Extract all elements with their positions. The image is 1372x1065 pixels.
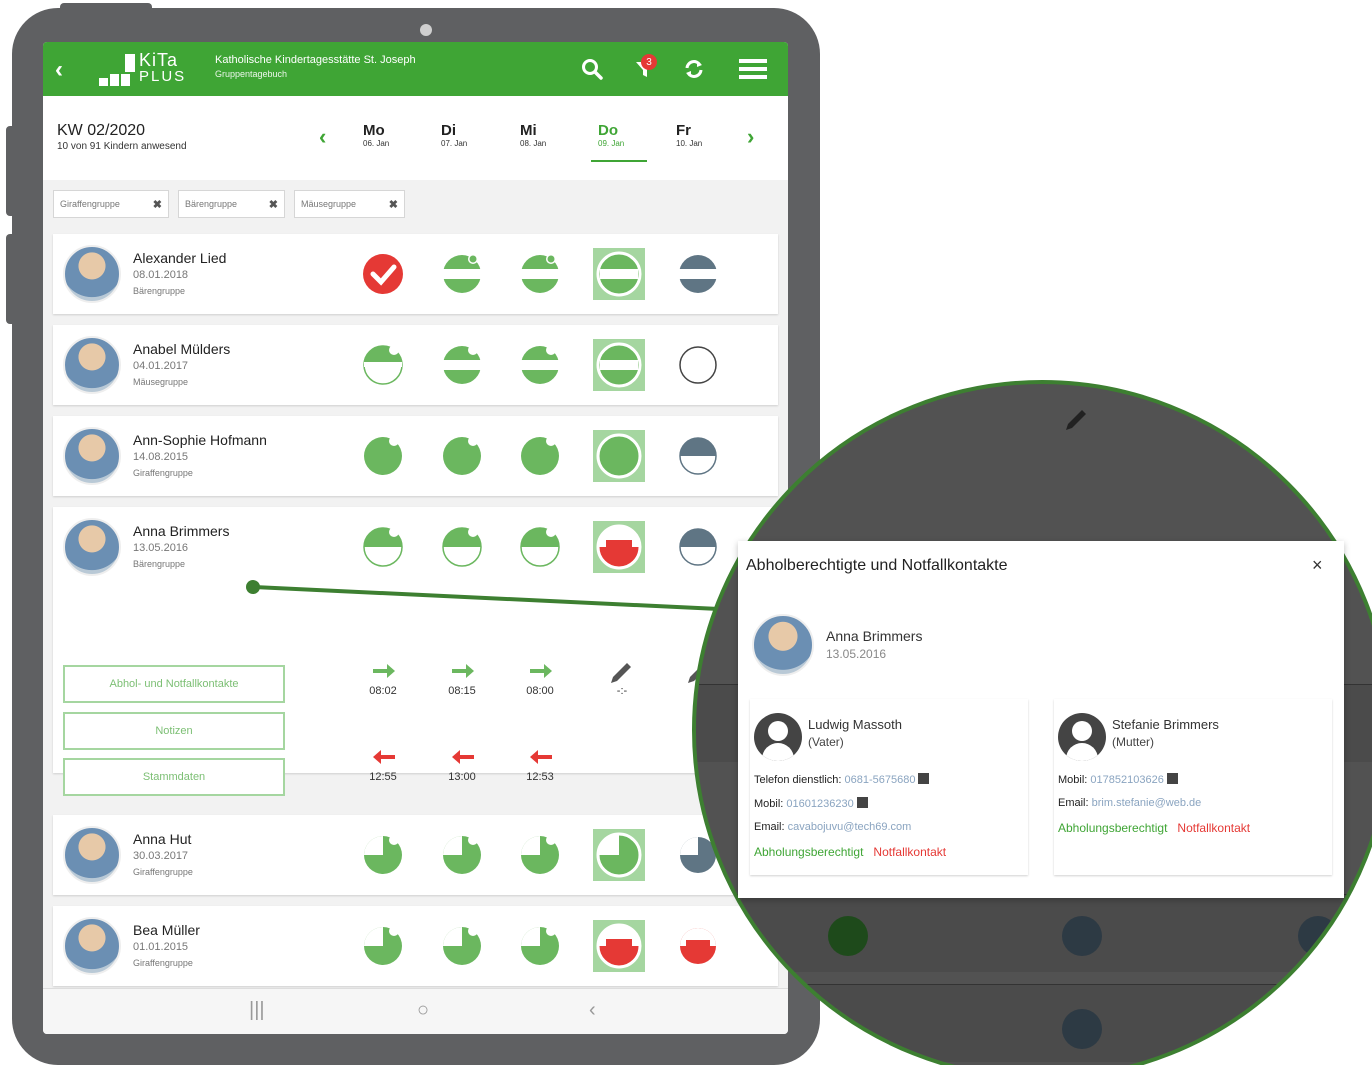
contact-name: Stefanie Brimmers (1112, 717, 1219, 732)
mobile-link[interactable]: 017852103626 (1090, 774, 1163, 786)
copy-icon[interactable] (856, 797, 868, 808)
dialog-child-avatar (752, 614, 814, 676)
contact-mobile: Mobil: 017852103626 (1058, 773, 1178, 786)
marketing-stage: ‹ KiTa PLUS Katholische Kindertagesstätt… (0, 0, 1372, 1065)
contacts-dialog: Abholberechtigte und Notfallkontakte × A… (738, 541, 1344, 898)
contact-card-mother: Stefanie Brimmers (Mutter) Mobil: 017852… (1054, 699, 1332, 875)
dialog-title: Abholberechtigte und Notfallkontakte (746, 557, 1008, 574)
contact-tags: Abholungsberechtigt Notfallkontakt (754, 845, 946, 859)
mobile-link[interactable]: 01601236230 (786, 798, 853, 810)
copy-icon[interactable] (918, 773, 930, 784)
contact-work-phone: Telefon dienstlich: 0681-5675680 (754, 773, 930, 786)
pickup-authorized-tag: Abholungsberechtigt (1058, 821, 1168, 835)
close-icon[interactable]: × (1312, 555, 1323, 576)
emergency-contact-tag: Notfallkontakt (873, 845, 947, 859)
copy-icon[interactable] (1166, 773, 1178, 784)
contact-email: Email: brim.stefanie@web.de (1058, 797, 1202, 809)
contact-tags: Abholungsberechtigt Notfallkontakt (1058, 821, 1250, 835)
dialog-child-name: Anna Brimmers (826, 628, 923, 644)
email-link[interactable]: brim.stefanie@web.de (1092, 797, 1202, 809)
contact-email: Email: cavabojuvu@tech69.com (754, 821, 912, 833)
emergency-contact-tag: Notfallkontakt (1177, 821, 1251, 835)
pickup-authorized-tag: Abholungsberechtigt (754, 845, 864, 859)
email-link[interactable]: cavabojuvu@tech69.com (788, 821, 912, 833)
phone-link[interactable]: 0681-5675680 (845, 774, 916, 786)
contact-name: Ludwig Massoth (808, 717, 902, 732)
contact-mobile: Mobil: 01601236230 (754, 797, 868, 810)
dialog-child-birthdate: 13.05.2016 (826, 647, 887, 661)
person-icon (754, 713, 802, 761)
contact-card-father: Ludwig Massoth (Vater) Telefon dienstlic… (750, 699, 1028, 875)
contact-role: (Vater) (808, 735, 844, 749)
person-icon (1058, 713, 1106, 761)
contact-role: (Mutter) (1112, 735, 1154, 749)
